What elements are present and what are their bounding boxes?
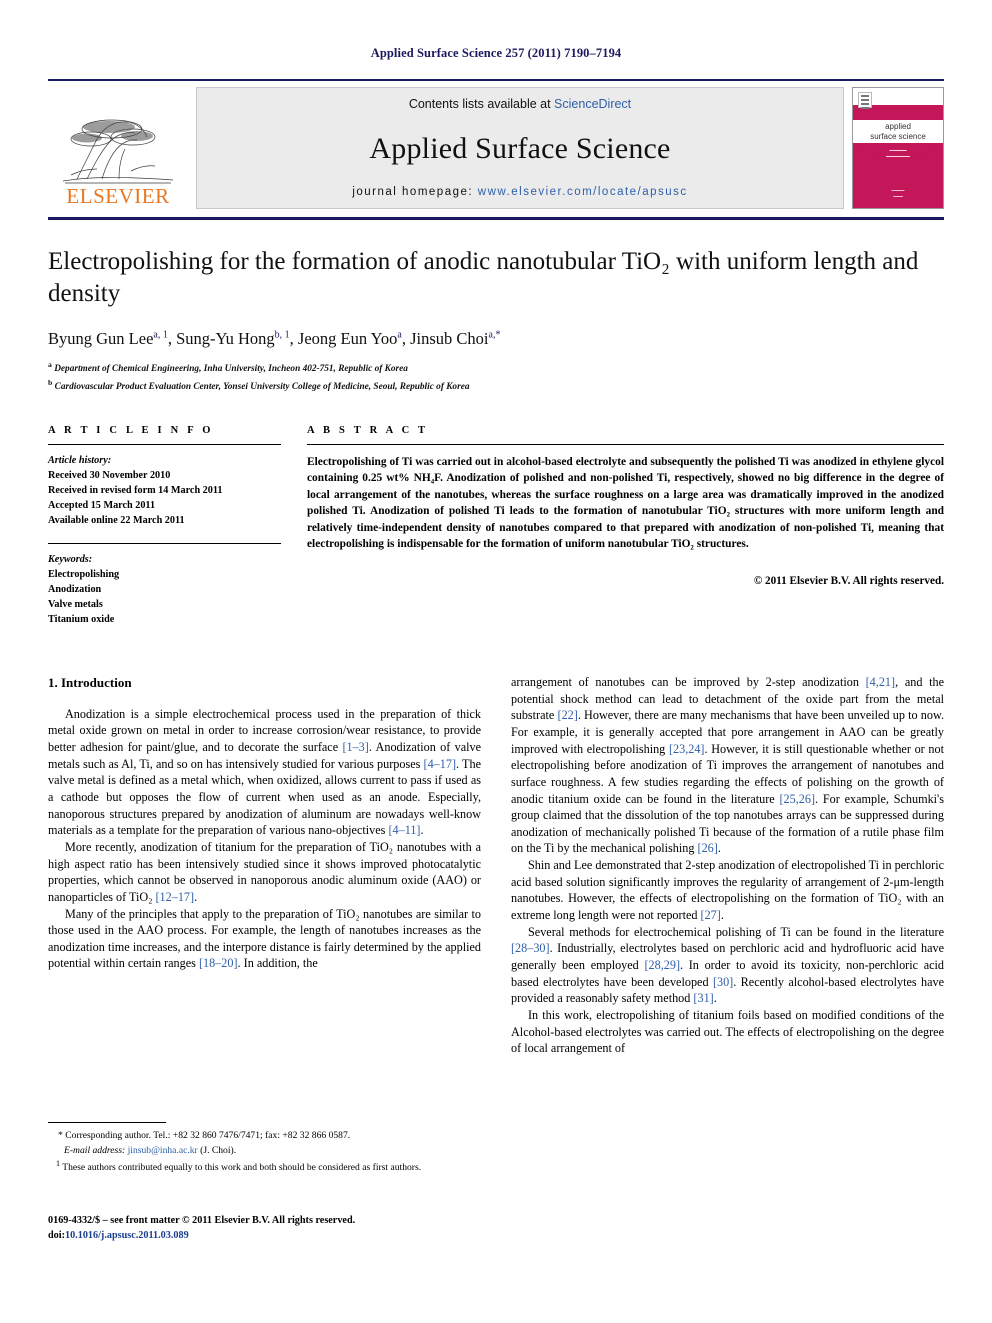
homepage-url-link[interactable]: www.elsevier.com/locate/apsusc [478,186,688,198]
journal-masthead: ELSEVIER Contents lists available at Sci… [48,79,944,209]
paragraph: Anodization is a simple electrochemical … [48,706,481,838]
paragraph: arrangement of nanotubes can be improved… [511,674,945,856]
keyword-item: Titanium oxide [48,613,115,625]
paragraph: Shin and Lee demonstrated that 2-step an… [511,858,944,923]
citation-reference[interactable]: [28–30] [511,941,550,955]
article-info-rule [48,444,281,446]
footnote-email-line: E-mail address: jinsub@inha.ac.kr (J. Ch… [48,1144,480,1158]
citation-reference[interactable]: [28,29] [644,958,680,972]
email-link[interactable]: jinsub@inha.ac.kr [128,1145,198,1156]
affiliation-a: a Department of Chemical Engineering, In… [48,360,408,375]
footnote-marker: 1 [56,1159,60,1169]
citation-reference[interactable]: [25,26] [780,792,816,806]
citation-reference[interactable]: [23,24] [669,742,705,756]
contents-prefix-text: Contents lists available at [408,97,555,111]
footnote-rule [48,1122,166,1123]
cover-footer-mark: ▬▬▬▬ ▬▬▬ [891,188,905,198]
history-item: Accepted 15 March 2011 [48,500,156,512]
citation-reference[interactable]: [4–11] [388,823,420,837]
masthead-center-panel: Contents lists available at ScienceDirec… [196,87,844,209]
cover-title-line-1: applied [885,121,911,131]
doi-line: doi:10.1016/j.apsusc.2011.03.089 [48,1228,498,1243]
title-block: Electropolishing for the formation of an… [48,246,944,395]
email-label: E-mail address: [64,1144,126,1156]
citation-reference[interactable]: [4,21] [866,675,895,689]
article-history-label: Article history: [48,455,112,467]
footnote-corresponding-text: * Corresponding author. Tel.: +82 32 860… [58,1130,351,1141]
author-list: Byung Gun Leea, 1, Sung-Yu Hongb, 1, Jeo… [48,329,501,348]
article-info-column: A R T I C L E I N F O Article history: R… [48,425,281,628]
elsevier-logo: ELSEVIER [48,87,188,209]
history-item: Received in revised form 14 March 2011 [48,485,223,497]
homepage-label: journal homepage: [352,186,474,198]
doi-link[interactable]: 10.1016/j.apsusc.2011.03.089 [65,1230,189,1241]
footnote-corresponding-author: * Corresponding author. Tel.: +82 32 860… [48,1129,480,1143]
running-head: Applied Surface Science 257 (2011) 7190–… [370,46,622,60]
body-column-right: arrangement of nanotubes can be improved… [511,674,944,1204]
keywords-block: Keywords: Electropolishing Anodization V… [48,542,281,628]
elsevier-tree-icon [62,119,174,184]
citation-reference[interactable]: [4–17] [424,757,457,771]
history-item: Available online 22 March 2011 [48,515,185,526]
citation-reference[interactable]: [12–17] [156,890,195,904]
abstract-heading: A B S T R A C T [307,425,429,437]
journal-article-page: Applied Surface Science 257 (2011) 7190–… [0,0,992,1323]
doi-label: doi: [48,1230,65,1242]
citation-reference[interactable]: [1–3] [342,740,368,754]
paragraph: Many of the principles that apply to the… [48,906,481,971]
imprint-block: 0169-4332/$ – see front matter © 2011 El… [48,1213,498,1244]
front-matter-line: 0169-4332/$ – see front matter © 2011 El… [48,1215,356,1226]
elsevier-wordmark: ELSEVIER [66,184,170,208]
history-item: Received 30 November 2010 [48,470,171,482]
page-title: Electropolishing for the formation of an… [48,248,919,307]
journal-homepage-line: journal homepage: www.elsevier.com/locat… [352,186,687,198]
citation-reference[interactable]: [27] [701,908,721,922]
abstract-column: A B S T R A C T Electropolishing of Ti w… [307,425,944,628]
footnotes-block: * Corresponding author. Tel.: +82 32 860… [48,1122,480,1176]
section-heading-introduction: 1. Introduction [48,674,132,690]
citation-reference[interactable]: [26] [698,841,718,855]
paragraph: More recently, anodization of titanium f… [48,839,481,904]
affiliation-b-text: Cardiovascular Product Evaluation Center… [54,382,470,393]
cover-title-line-2: surface science [870,131,926,141]
abstract-text: Electropolishing of Ti was carried out i… [307,456,944,551]
contents-available-line: Contents lists available at ScienceDirec… [409,97,631,111]
citation-reference[interactable]: [18–20] [199,956,238,970]
footnote-list: * Corresponding author. Tel.: +82 32 860… [48,1129,480,1175]
cover-elsevier-mark [858,92,872,109]
article-info-heading: A R T I C L E I N F O [48,425,214,437]
abstract-rule [307,444,944,446]
affiliation-b: b Cardiovascular Product Evaluation Cent… [48,378,470,393]
journal-title: Applied Surface Science [369,131,671,165]
citation-reference[interactable]: [31] [693,991,713,1005]
masthead-bottom-rule [48,217,944,220]
cover-subtext: ▬▬▬▬▬ ▬▬▬▬▬▬▬ [886,148,910,158]
footnote-equal-contribution-text: These authors contributed equally to thi… [62,1162,422,1174]
citation-reference[interactable]: [30] [713,975,733,989]
keywords-label: Keywords: [48,553,93,565]
article-history-block: Article history: Received 30 November 20… [48,454,281,529]
keyword-item: Valve metals [48,598,103,610]
paragraph: In this work, electropolishing of titani… [511,1008,944,1056]
paragraph: Several methods for electrochemical poli… [511,924,945,1006]
affiliation-a-text: Department of Chemical Engineering, Inha… [54,364,408,375]
abstract-copyright: © 2011 Elsevier B.V. All rights reserved… [753,574,944,587]
info-abstract-row: A R T I C L E I N F O Article history: R… [48,425,944,628]
citation-reference[interactable]: [22] [558,708,578,722]
cover-journal-title: applied surface science [853,122,943,142]
journal-cover-thumbnail: applied surface science ▬▬▬▬▬ ▬▬▬▬▬▬▬ ▬▬▬… [852,87,944,209]
keyword-item: Electropolishing [48,568,120,580]
keyword-item: Anodization [48,583,102,595]
email-owner: (J. Choi). [200,1144,237,1156]
footnote-equal-contribution: 1 These authors contributed equally to t… [48,1158,480,1175]
sciencedirect-link[interactable]: ScienceDirect [554,97,631,111]
